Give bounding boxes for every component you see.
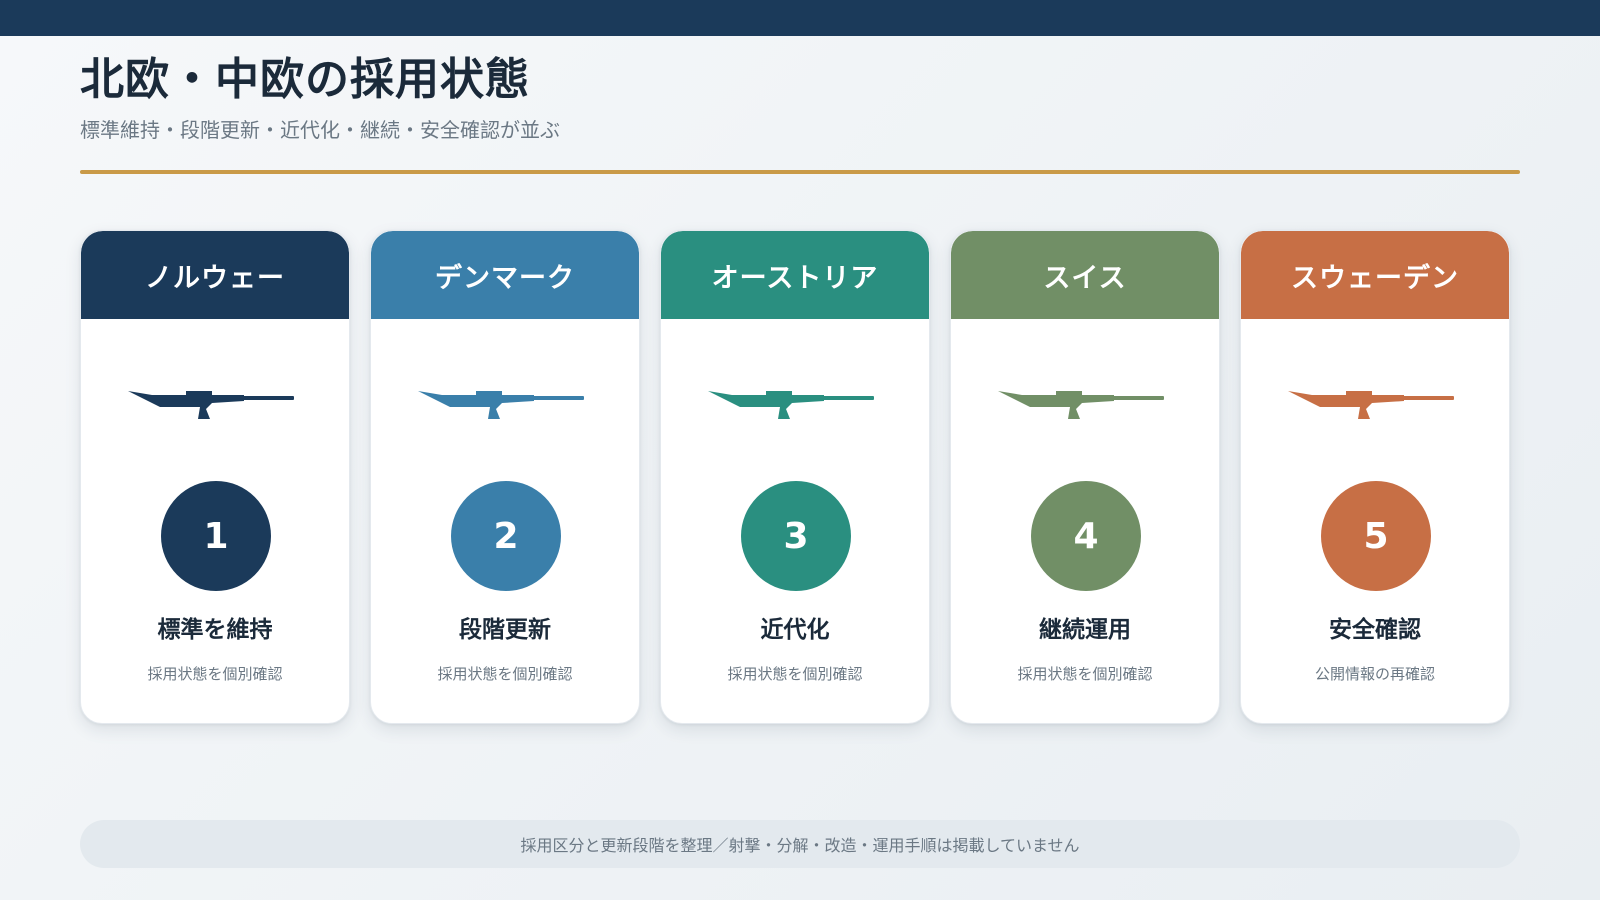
card-label: 安全確認 bbox=[1329, 617, 1421, 643]
page-title: 北欧・中欧の採用状態 bbox=[80, 54, 530, 105]
card-description: 採用状態を個別確認 bbox=[1017, 665, 1153, 683]
card-austria: オーストリア 3 近代化 採用状態を個別確認 bbox=[660, 230, 930, 724]
step-number-badge: 4 bbox=[1031, 481, 1141, 591]
top-bar bbox=[0, 0, 1600, 36]
title-divider bbox=[80, 170, 1520, 174]
card-header: スウェーデン bbox=[1241, 231, 1509, 319]
card-header: デンマーク bbox=[371, 231, 639, 319]
card-description: 採用状態を個別確認 bbox=[727, 665, 863, 683]
card-row: ノルウェー 1 標準を維持 採用状態を個別確認 デンマーク 2 段階更新 採用状… bbox=[80, 230, 1520, 726]
step-number-badge: 3 bbox=[741, 481, 851, 591]
rifle-icon bbox=[128, 391, 294, 419]
card-description: 公開情報の再確認 bbox=[1314, 665, 1435, 683]
rifle-icon bbox=[708, 391, 874, 419]
rifle-icon bbox=[1288, 391, 1454, 419]
card-header: ノルウェー bbox=[81, 231, 349, 319]
card-label: 継続運用 bbox=[1039, 617, 1131, 643]
card-sweden: スウェーデン 5 安全確認 公開情報の再確認 bbox=[1240, 230, 1510, 724]
card-label: 近代化 bbox=[760, 617, 830, 643]
card-description: 採用状態を個別確認 bbox=[437, 665, 573, 683]
rifle-icon bbox=[418, 391, 584, 419]
footer-note: 採用区分と更新段階を整理／射撃・分解・改造・運用手順は掲載していません bbox=[80, 820, 1520, 868]
card-header: スイス bbox=[951, 231, 1219, 319]
rifle-icon bbox=[998, 391, 1164, 419]
step-number-badge: 2 bbox=[451, 481, 561, 591]
step-number-badge: 1 bbox=[161, 481, 271, 591]
card-switzerland: スイス 4 継続運用 採用状態を個別確認 bbox=[950, 230, 1220, 724]
page-subtitle: 標準維持・段階更新・近代化・継続・安全確認が並ぶ bbox=[80, 118, 560, 142]
step-number-badge: 5 bbox=[1321, 481, 1431, 591]
card-denmark: デンマーク 2 段階更新 採用状態を個別確認 bbox=[370, 230, 640, 724]
card-norway: ノルウェー 1 標準を維持 採用状態を個別確認 bbox=[80, 230, 350, 724]
card-label: 段階更新 bbox=[459, 617, 551, 643]
header: 北欧・中欧の採用状態 標準維持・段階更新・近代化・継続・安全確認が並ぶ bbox=[80, 52, 1520, 144]
card-label: 標準を維持 bbox=[157, 617, 273, 643]
card-description: 採用状態を個別確認 bbox=[147, 665, 283, 683]
card-header: オーストリア bbox=[661, 231, 929, 319]
